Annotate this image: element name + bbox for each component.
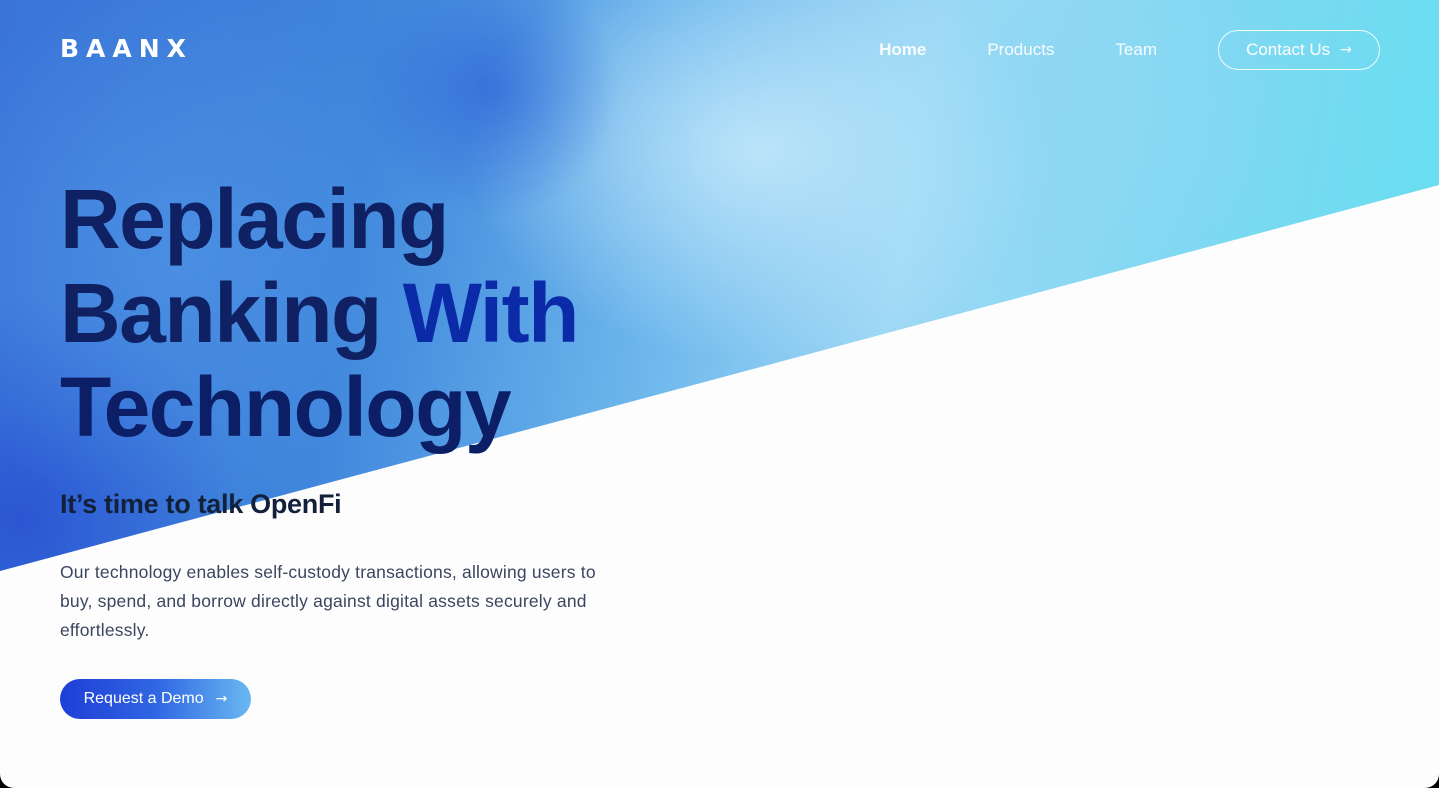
contact-us-label: Contact Us (1246, 40, 1331, 59)
headline-word-banking: Banking (60, 266, 382, 360)
site-header: BAANX Home Products Team Contact Us → (0, 0, 1439, 100)
headline-line-2: Banking With (60, 266, 700, 360)
main-nav: Home Products Team Contact Us → (879, 30, 1380, 70)
request-demo-button[interactable]: Request a Demo → (60, 679, 251, 719)
page: BAANX Home Products Team Contact Us → Re… (0, 0, 1439, 788)
arrow-right-icon: → (1340, 42, 1352, 58)
headline-word-with: With (402, 266, 580, 360)
hero-headline: Replacing Banking With Technology (60, 172, 700, 454)
hero-subhead: It’s time to talk OpenFi (60, 489, 342, 519)
contact-us-button[interactable]: Contact Us → (1218, 30, 1380, 70)
nav-team[interactable]: Team (1115, 30, 1157, 70)
baanx-logo[interactable]: BAANX (60, 34, 193, 63)
headline-line-1: Replacing (60, 172, 449, 266)
nav-products[interactable]: Products (987, 30, 1054, 70)
arrow-right-icon: → (215, 691, 228, 707)
hero-description: Our technology enables self-custody tran… (60, 562, 596, 640)
headline-line-3: Technology (60, 360, 512, 454)
request-demo-label: Request a Demo (83, 690, 204, 707)
nav-home[interactable]: Home (879, 30, 926, 70)
